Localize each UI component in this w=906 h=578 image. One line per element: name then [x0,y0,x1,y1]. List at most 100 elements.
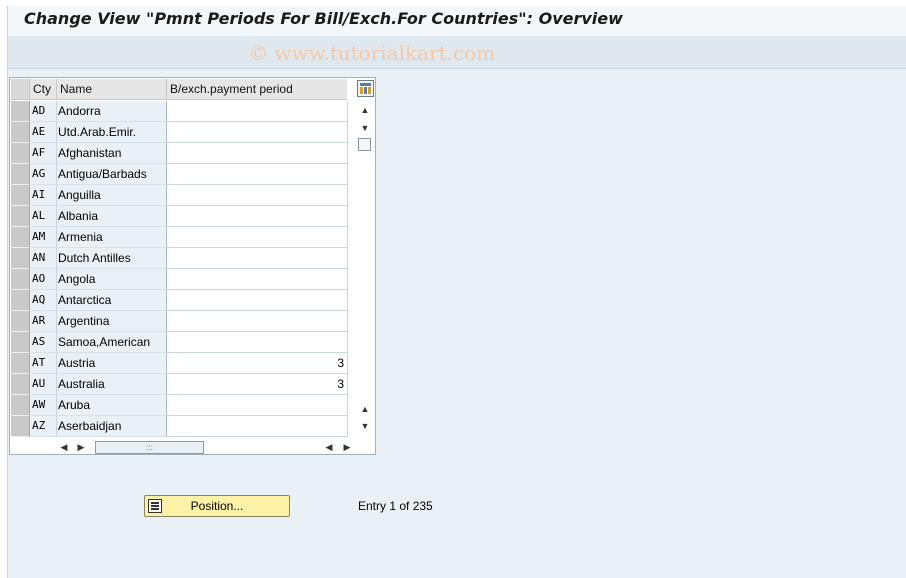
scroll-left-icon-right[interactable]: ◀ [322,440,336,454]
row-selector[interactable] [11,185,30,206]
cell-name: Antarctica [57,290,167,311]
scroll-right-icon-right[interactable]: ▶ [340,440,354,454]
toolbar: © www.tutorialkart.com [8,37,906,69]
row-selector[interactable] [11,101,30,122]
cell-payment-period[interactable] [167,185,348,206]
cell-cty: AI [30,185,57,206]
cell-payment-period[interactable] [167,101,348,122]
table-row: AM Armenia [11,227,348,248]
cell-name: Aruba [57,395,167,416]
cell-cty: AT [30,353,57,374]
cell-payment-period[interactable] [167,269,348,290]
row-selector[interactable] [11,248,30,269]
main-window: Change View "Pmnt Periods For Bill/Exch.… [7,6,906,578]
cell-payment-period[interactable] [167,227,348,248]
cell-cty: AM [30,227,57,248]
cell-cty: AS [30,332,57,353]
table-row: AO Angola [11,269,348,290]
cell-payment-period[interactable] [167,395,348,416]
table-row: AI Anguilla [11,185,348,206]
cell-name: Anguilla [57,185,167,206]
table-row: AZ Aserbaidjan [11,416,348,437]
table-row: AT Austria 3 [11,353,348,374]
scroll-left-icon[interactable]: ◀ [57,440,71,454]
cell-cty: AG [30,164,57,185]
page-title: Change View "Pmnt Periods For Bill/Exch.… [24,9,623,28]
cell-name: Armenia [57,227,167,248]
row-selector[interactable] [11,416,30,437]
select-all-button[interactable] [11,79,30,100]
vertical-scroll-thumb[interactable] [358,138,371,151]
cell-name: Albania [57,206,167,227]
cell-payment-period[interactable] [167,290,348,311]
cell-cty: AU [30,374,57,395]
watermark: © www.tutorialkart.com [248,41,496,65]
row-selector[interactable] [11,164,30,185]
table-row: AS Samoa,American [11,332,348,353]
cell-payment-period[interactable] [167,416,348,437]
position-button-label: Position... [190,499,244,513]
scroll-up-icon[interactable]: ▲ [358,103,372,117]
scroll-up-icon-bottom[interactable]: ▲ [358,402,372,416]
cell-cty: AR [30,311,57,332]
row-selector[interactable] [11,227,30,248]
row-selector[interactable] [11,290,30,311]
cell-payment-period[interactable] [167,248,348,269]
table-settings-icon[interactable] [357,80,374,97]
cell-name: Argentina [57,311,167,332]
column-header-name[interactable]: Name [57,79,167,100]
table-row: AL Albania [11,206,348,227]
cell-payment-period[interactable]: 3 [167,353,348,374]
table-row: AR Argentina [11,311,348,332]
title-bar: Change View "Pmnt Periods For Bill/Exch.… [8,6,906,37]
table-row: AW Aruba [11,395,348,416]
horizontal-scroll-thumb[interactable]: ::: [95,441,204,454]
row-selector[interactable] [11,332,30,353]
row-selector[interactable] [11,311,30,332]
scroll-down-icon[interactable]: ▼ [358,121,372,135]
cell-cty: AF [30,143,57,164]
row-selector[interactable] [11,374,30,395]
cell-payment-period[interactable] [167,332,348,353]
table-row: AE Utd.Arab.Emir. [11,122,348,143]
table-row: AF Afghanistan [11,143,348,164]
cell-payment-period[interactable] [167,311,348,332]
row-selector[interactable] [11,122,30,143]
row-selector[interactable] [11,353,30,374]
cell-payment-period[interactable] [167,164,348,185]
cell-payment-period[interactable]: 3 [167,374,348,395]
cell-name: Aserbaidjan [57,416,167,437]
row-selector[interactable] [11,206,30,227]
column-header-cty[interactable]: Cty [30,79,57,100]
entry-counter: Entry 1 of 235 [358,499,433,513]
scroll-right-icon[interactable]: ▶ [74,440,88,454]
position-button[interactable]: Position... [144,495,290,517]
table-row: AU Australia 3 [11,374,348,395]
cell-name: Utd.Arab.Emir. [57,122,167,143]
row-selector[interactable] [11,395,30,416]
cell-cty: AL [30,206,57,227]
cell-name: Afghanistan [57,143,167,164]
row-selector[interactable] [11,143,30,164]
table-row: AQ Antarctica [11,290,348,311]
cell-cty: AW [30,395,57,416]
row-selector[interactable] [11,269,30,290]
cell-name: Andorra [57,101,167,122]
cell-name: Angola [57,269,167,290]
scroll-down-icon-bottom[interactable]: ▼ [358,419,372,433]
table-row: AN Dutch Antilles [11,248,348,269]
horizontal-scrollbar[interactable]: ◀ ▶ ::: ◀ ▶ [11,439,375,455]
column-header-payment-period[interactable]: B/exch.payment period [167,79,347,100]
cell-payment-period[interactable] [167,143,348,164]
position-icon [148,499,162,513]
cell-name: Dutch Antilles [57,248,167,269]
cell-cty: AQ [30,290,57,311]
cell-cty: AZ [30,416,57,437]
cell-payment-period[interactable] [167,122,348,143]
table-row: AG Antigua/Barbads [11,164,348,185]
cell-name: Australia [57,374,167,395]
vertical-scrollbar[interactable]: ▲ ▼ ▲ ▼ [356,101,374,436]
cell-payment-period[interactable] [167,206,348,227]
cell-cty: AD [30,101,57,122]
countries-table: Cty Name B/exch.payment period AD Andorra… [9,77,376,455]
